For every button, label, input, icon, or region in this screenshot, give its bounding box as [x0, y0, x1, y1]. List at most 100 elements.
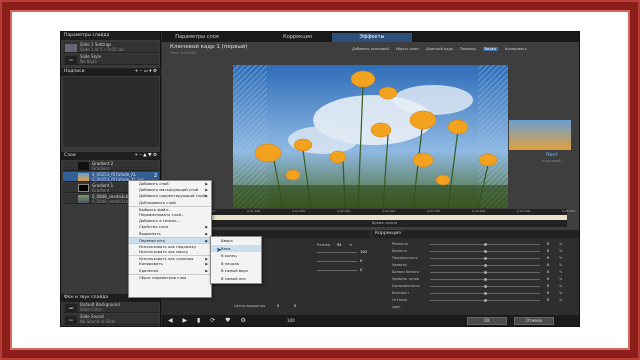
slider-knob[interactable]	[484, 264, 487, 267]
param-slider[interactable]	[317, 261, 357, 262]
slide-settings-label: Slide 1 Settings Slide 1 of 5 • 0:05 sec	[80, 42, 125, 52]
slider-knob[interactable]	[484, 285, 487, 288]
rotation-center-y[interactable]: 0	[294, 304, 296, 308]
slider-knob[interactable]	[484, 278, 487, 281]
context-menu: Добавить слой ▶ Добавить маскирующий слой ▶…	[128, 180, 212, 298]
photo-thumbnail	[78, 173, 89, 181]
no-style-thumbnail: no	[65, 56, 77, 64]
correction-header: Коррекция	[372, 230, 579, 238]
correction-unit: %	[559, 263, 563, 267]
submenu-item[interactable]: В начало	[211, 260, 261, 268]
correction-value[interactable]: 0	[547, 263, 549, 267]
mouse-cursor-icon: ➤	[216, 246, 222, 254]
correction-value[interactable]: 0	[547, 270, 549, 274]
timeline-tick: 0:04.000	[472, 209, 486, 213]
slider-knob[interactable]	[484, 250, 487, 253]
correction-label: Баланс белого	[392, 270, 419, 274]
keyframe-time: Time: 0:00.000	[170, 51, 197, 55]
gradient-thumbnail	[78, 184, 89, 192]
layer-label: Gradient 1 Gradient	[92, 183, 114, 193]
param-value[interactable]: 0	[360, 259, 362, 263]
slide-style-label: Slide Style No Style	[80, 54, 102, 64]
timeline[interactable]: 0:01.0000:01.5000:02.0000:02.5000:03.000…	[202, 209, 575, 227]
zoom-value[interactable]: 100	[287, 318, 295, 323]
param-slider[interactable]	[317, 252, 357, 253]
timeline-tick: 0:02.500	[337, 209, 351, 213]
tab-layer-params[interactable]: Параметры слоя	[167, 33, 227, 42]
captions-list	[63, 77, 159, 147]
preview-stage[interactable]	[233, 65, 508, 208]
size-unit: %	[349, 243, 353, 247]
correction-label: Оттенок	[392, 298, 408, 302]
submenu-item[interactable]: В самый верх	[211, 267, 261, 275]
photo-thumbnail	[78, 195, 89, 203]
tab-correction[interactable]: Коррекция	[270, 33, 325, 42]
slide-settings-item[interactable]: Slide 1 Settings Slide 1 of 5 • 0:05 sec	[63, 42, 159, 53]
slide-style-item[interactable]: no Slide Style No Style	[63, 54, 159, 65]
remove-keyframe-button[interactable]: Убрать ключ	[396, 47, 419, 51]
timeline-tick: 0:05.000	[562, 209, 576, 213]
size-label: Размер	[317, 243, 331, 247]
ok-button[interactable]: OK	[467, 317, 507, 325]
correction-value[interactable]: 0	[547, 256, 549, 260]
correction-label: Уровень	[392, 263, 408, 267]
correction-unit: %	[559, 291, 563, 295]
slider-knob[interactable]	[484, 243, 487, 246]
correction-value[interactable]: 0	[547, 249, 549, 253]
param-slider[interactable]	[317, 270, 357, 271]
correction-unit: %	[559, 242, 563, 246]
playback-controls-icon[interactable]: ◀ ▶ ▮ ⟳ ♥ ⚙	[168, 317, 250, 324]
timeline-tick: 0:01.500	[247, 209, 261, 213]
tab-effects[interactable]: Эффекты	[332, 33, 412, 42]
correction-label: Насыщенность	[392, 284, 420, 288]
keyframe-toolbar: Добавить ключевой Убрать ключ Длинный ка…	[352, 43, 527, 55]
slide-params-header: Параметры слайда	[61, 32, 160, 40]
correction-value[interactable]: 0	[547, 277, 549, 281]
correction-label: Резкость	[392, 242, 409, 246]
correction-label: Уровень тонов	[392, 277, 419, 281]
submenu-item[interactable]: В самый низ	[211, 275, 261, 283]
copy-button[interactable]: Копировать	[505, 47, 527, 51]
timeline-track[interactable]	[202, 215, 567, 220]
slide-sound-item[interactable]: no Slide Sound No Sound in Slide	[63, 314, 159, 325]
size-value[interactable]: 95	[337, 243, 341, 247]
correction-value[interactable]: 0	[547, 242, 549, 246]
slider-knob[interactable]	[484, 292, 487, 295]
submenu-item[interactable]: Вверх	[211, 237, 261, 245]
long-frame-button[interactable]: Длинный кадр	[426, 47, 453, 51]
slider-knob[interactable]	[484, 257, 487, 260]
correction-label: Контраст	[392, 291, 410, 295]
layer-tools-icon[interactable]: + – ▲ ▼ ⚙	[134, 152, 157, 160]
video-button[interactable]: Видео	[482, 47, 499, 51]
default-background-item[interactable]: def Default Background Slide Color	[63, 302, 159, 313]
next-sub-label: Ключевой 2	[542, 159, 564, 163]
bottom-toolbar: ◀ ▶ ▮ ⟳ ♥ ⚙ 100 OK Отмена	[162, 315, 579, 326]
correction-label: Цвет	[392, 305, 401, 309]
param-value[interactable]: 100	[360, 250, 367, 254]
layers-header: Слои + – ▲ ▼ ⚙	[61, 152, 161, 160]
cancel-button[interactable]: Отмена	[514, 317, 554, 325]
add-keyframe-button[interactable]: Добавить ключевой	[352, 47, 389, 51]
sound-thumbnail: no	[65, 316, 77, 324]
next-keyframe-thumbnail[interactable]	[509, 120, 571, 150]
rotation-center-x[interactable]: 0	[277, 304, 279, 308]
timeline-tick: 0:04.500	[517, 209, 531, 213]
caption-tools-icon[interactable]: + – ▭ ▾ ⚙	[135, 68, 157, 76]
correction-unit: %	[559, 256, 563, 260]
correction-label: Прозрачность	[392, 256, 418, 260]
flower-photo	[233, 65, 508, 208]
bg-label: Default Background Slide Color	[80, 302, 120, 312]
param-value[interactable]: 0	[360, 268, 362, 272]
slider-knob[interactable]	[484, 271, 487, 274]
correction-value[interactable]: 0	[547, 284, 549, 288]
rotation-center-label: Центр вращения	[234, 304, 266, 308]
context-menu-item[interactable]: Сброс параметров слоя	[129, 273, 211, 280]
slider-knob[interactable]	[484, 299, 487, 302]
timeline-label: Время: ключа	[372, 221, 398, 225]
layer-item-gradient-2[interactable]: Gradient 2 Gradient	[63, 161, 159, 171]
transition-button[interactable]: Переход	[460, 47, 476, 51]
correction-value[interactable]: 0	[547, 291, 549, 295]
correction-unit: %	[559, 249, 563, 253]
correction-value[interactable]: 0	[547, 298, 549, 302]
layer-number-badge: 2	[153, 173, 157, 179]
